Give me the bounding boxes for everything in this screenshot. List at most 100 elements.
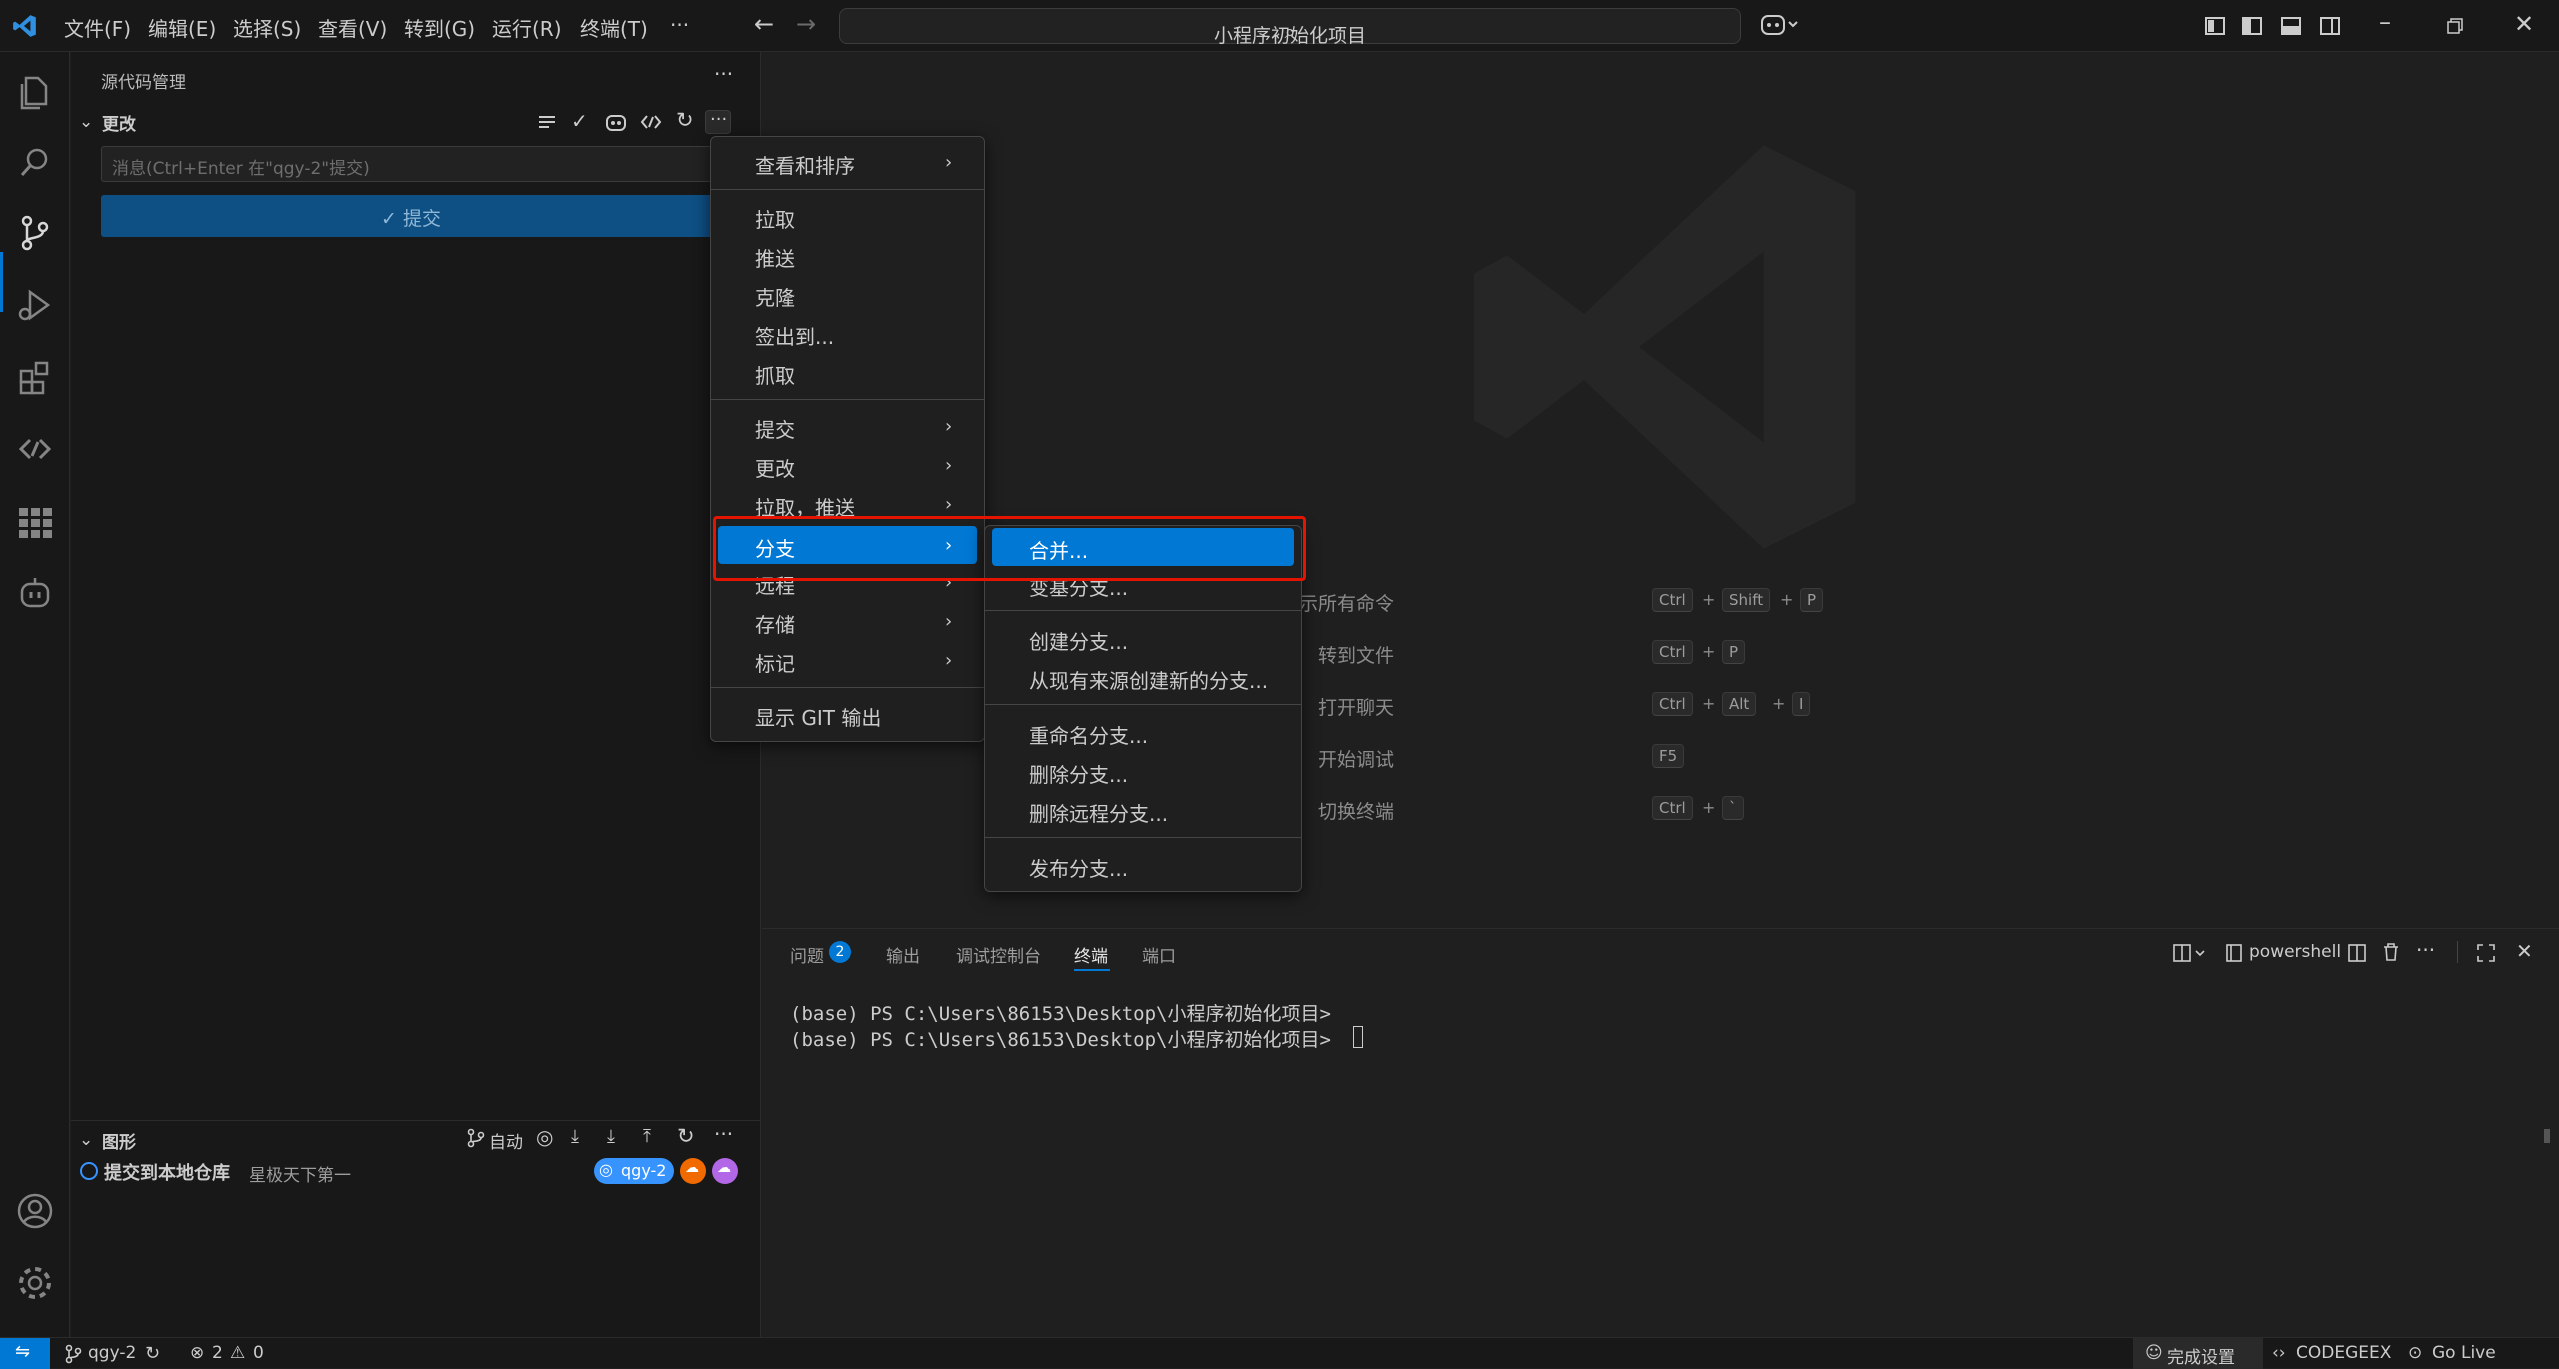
menu-item-checkout[interactable]: 签出到... <box>711 316 984 350</box>
codegeex-commit-icon[interactable] <box>640 112 662 132</box>
apps-grid-icon[interactable] <box>14 500 56 542</box>
target-icon[interactable]: ◎ <box>536 1125 553 1149</box>
push-icon[interactable]: ⤒ <box>643 1126 651 1147</box>
more-actions-icon[interactable]: ··· <box>714 1122 733 1146</box>
forward-arrow-icon[interactable]: → <box>796 10 816 38</box>
search-view-icon[interactable] <box>14 142 56 184</box>
commit-message-input[interactable]: 消息(Ctrl+Enter 在"qgy-2"提交) <box>101 146 721 182</box>
commit-check-icon[interactable]: ✓ <box>571 109 588 133</box>
menu-run[interactable]: 运行(R) <box>492 13 562 42</box>
menu-edit[interactable]: 编辑(E) <box>148 13 216 42</box>
close-window-icon[interactable]: ✕ <box>2514 10 2534 38</box>
layout-customize-icon[interactable] <box>2204 15 2226 37</box>
copilot-icon[interactable] <box>1760 12 1800 38</box>
menu-item-remote[interactable]: 远程 › <box>711 565 984 599</box>
gear-icon[interactable] <box>14 1262 56 1304</box>
toggle-panel-icon[interactable] <box>2280 15 2302 37</box>
menu-item-clone[interactable]: 克隆 <box>711 277 984 311</box>
menu-item-stash[interactable]: 存储 › <box>711 604 984 638</box>
submenu-item-rebase[interactable]: 变基分支... <box>985 567 1301 601</box>
menu-item-branch[interactable]: 分支 › <box>718 526 977 564</box>
robot-icon[interactable] <box>14 572 56 614</box>
menu-item-pull-push[interactable]: 拉取，推送 › <box>711 487 984 521</box>
plus-sign: + <box>1702 642 1716 661</box>
split-terminal-icon[interactable] <box>2173 943 2207 963</box>
sync-icon[interactable]: ↻ <box>145 1343 160 1364</box>
menu-item-tags[interactable]: 标记 › <box>711 643 984 677</box>
submenu-item-create-branch[interactable]: 创建分支... <box>985 621 1301 655</box>
tab-output[interactable]: 输出 <box>886 942 920 967</box>
more-actions-button[interactable]: ··· <box>705 109 731 134</box>
scm-context-menu: 查看和排序 › 拉取 推送 克隆 签出到... 抓取 提交 › 更改 › 拉取，推送 ›… <box>710 136 985 742</box>
refresh-icon[interactable]: ↻ <box>676 108 694 132</box>
tab-problems[interactable]: 问题 <box>790 942 824 967</box>
restore-icon[interactable] <box>2446 17 2464 35</box>
scrollbar-thumb[interactable] <box>2544 1129 2550 1143</box>
menu-item-commit[interactable]: 提交 › <box>711 409 984 443</box>
fetch-icon[interactable]: ⤓ <box>571 1126 579 1147</box>
more-actions-icon[interactable]: ··· <box>2416 938 2435 962</box>
explorer-icon[interactable] <box>14 70 56 112</box>
chevron-down-icon[interactable]: ⌄ <box>79 112 93 132</box>
menu-item-fetch[interactable]: 抓取 <box>711 355 984 389</box>
menu-item-pull[interactable]: 拉取 <box>711 199 984 233</box>
source-control-icon[interactable] <box>14 212 56 254</box>
codegeex-icon[interactable] <box>14 428 56 470</box>
submenu-item-publish-branch[interactable]: 发布分支... <box>985 848 1301 882</box>
status-branch[interactable]: qgy-2 <box>88 1343 136 1363</box>
submenu-item-create-branch-from[interactable]: 从现有来源创建新的分支... <box>985 660 1301 694</box>
terminal-line: (base) PS C:\Users\86153\Desktop\小程序初始化项… <box>790 1029 1331 1051</box>
run-debug-icon[interactable] <box>14 284 56 326</box>
tab-terminal[interactable]: 终端 <box>1074 942 1108 967</box>
copilot-commit-icon[interactable] <box>605 111 627 133</box>
menu-file[interactable]: 文件(F) <box>64 13 131 42</box>
minimize-icon[interactable]: – <box>2379 8 2391 36</box>
key-cap: Ctrl <box>1652 588 1693 612</box>
menu-terminal[interactable]: 终端(T) <box>580 13 648 42</box>
toggle-sidebar-icon[interactable] <box>2241 15 2263 37</box>
trash-icon[interactable] <box>2382 942 2400 962</box>
status-errors[interactable]: 2 <box>212 1343 223 1363</box>
extensions-icon[interactable] <box>14 356 56 398</box>
key-cap: Alt <box>1722 692 1757 716</box>
menu-item-changes[interactable]: 更改 › <box>711 448 984 482</box>
toggle-secondary-sidebar-icon[interactable] <box>2319 15 2341 37</box>
graph-auto-label[interactable]: 自动 <box>489 1128 523 1153</box>
tab-ports[interactable]: 端口 <box>1142 942 1176 967</box>
branch-icon[interactable] <box>466 1128 486 1148</box>
account-icon[interactable] <box>14 1190 56 1232</box>
refresh-icon[interactable]: ↻ <box>677 1124 695 1148</box>
menu-item-view-sort[interactable]: 查看和排序 › <box>711 145 984 179</box>
menu-item-push[interactable]: 推送 <box>711 238 984 272</box>
menu-go[interactable]: 转到(G) <box>404 13 475 42</box>
terminal-shell-name[interactable]: powershell <box>2249 942 2341 962</box>
status-warnings[interactable]: 0 <box>253 1343 264 1363</box>
submenu-item-merge[interactable]: 合并... <box>992 528 1294 566</box>
submenu-item-rename-branch[interactable]: 重命名分支... <box>985 715 1301 749</box>
submenu-item-delete-remote-branch[interactable]: 删除远程分支... <box>985 793 1301 827</box>
status-golive[interactable]: Go Live <box>2432 1343 2496 1363</box>
remote-indicator[interactable]: ⇋ <box>0 1338 50 1369</box>
command-center-search[interactable]: ⌕ 小程序初始化项目 <box>839 8 1741 47</box>
close-panel-icon[interactable]: ✕ <box>2516 939 2533 963</box>
graph-section-title[interactable]: 图形 <box>102 1128 136 1153</box>
submenu-item-delete-branch[interactable]: 删除分支... <box>985 754 1301 788</box>
commit-button[interactable]: ✓ 提交 <box>101 195 721 237</box>
more-actions-icon[interactable]: ··· <box>714 62 733 86</box>
menu-item-show-git-output[interactable]: 显示 GIT 输出 <box>711 697 984 731</box>
tab-debug-console[interactable]: 调试控制台 <box>956 942 1041 967</box>
setup-item[interactable]: ☺ 完成设置 <box>2133 1338 2263 1369</box>
view-as-list-icon[interactable] <box>537 112 557 132</box>
split-pane-icon[interactable] <box>2347 943 2367 963</box>
maximize-panel-icon[interactable] <box>2476 943 2496 963</box>
graph-item-title[interactable]: 提交到本地仓库 <box>104 1159 230 1185</box>
back-arrow-icon[interactable]: ← <box>754 10 774 38</box>
menu-selection[interactable]: 选择(S) <box>233 13 301 42</box>
menu-view[interactable]: 查看(V) <box>318 13 387 42</box>
changes-section-title[interactable]: 更改 <box>102 110 136 135</box>
terminal-split-icon[interactable] <box>2225 943 2243 963</box>
pull-icon[interactable]: ⤓ <box>607 1126 615 1147</box>
status-codegeex[interactable]: CODEGEEX <box>2296 1343 2391 1363</box>
chevron-down-icon[interactable]: ⌄ <box>79 1130 93 1150</box>
menu-more[interactable]: ··· <box>670 13 689 37</box>
